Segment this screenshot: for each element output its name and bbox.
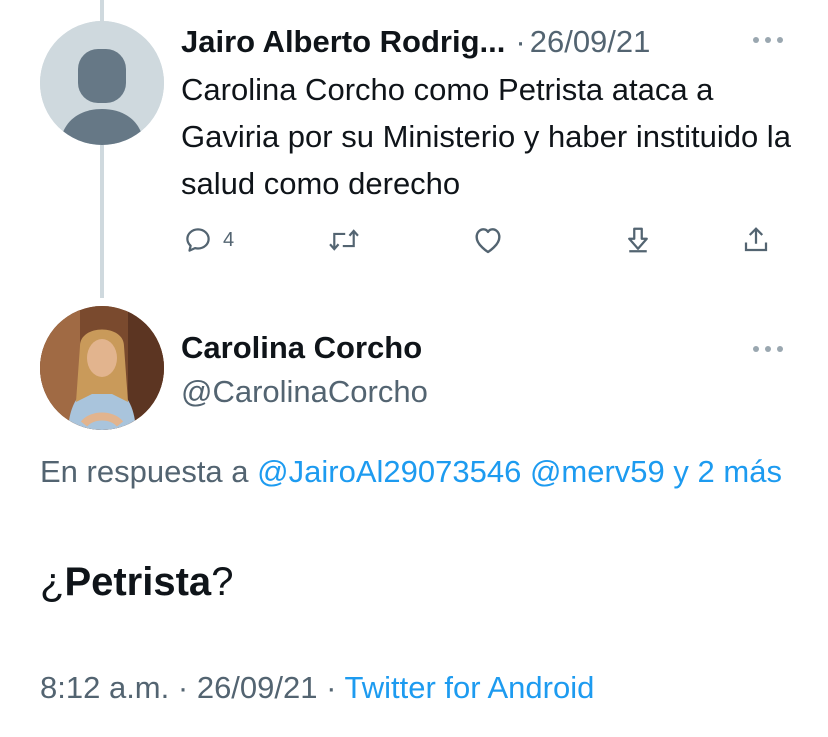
main-more-options-icon[interactable] [752,344,786,354]
meta-separator: · [326,670,337,705]
share-icon [744,227,768,252]
text-suffix: ? [211,560,234,604]
reply-icon [186,228,210,252]
retweet-button[interactable] [327,220,361,260]
carolina-avatar[interactable] [40,306,164,430]
share-button[interactable] [741,220,771,260]
reply-mention-link[interactable]: @merv59 [530,454,665,489]
meta-separator: · [177,670,189,705]
parent-tweet-date[interactable]: 26/09/21 [530,24,651,60]
parent-tweet-actions: 4 [181,220,781,260]
download-button[interactable] [623,220,653,260]
text-prefix: ¿ [40,560,65,604]
parent-more-options-icon[interactable] [752,35,786,45]
reply-count: 4 [223,228,235,251]
reply-prefix: En respuesta a [40,454,249,489]
user-silhouette-icon [40,21,164,145]
tweet-metadata: 8:12 a.m. · 26/09/21 · Twitter for Andro… [40,670,594,706]
default-avatar[interactable] [40,21,164,145]
reply-button[interactable]: 4 [183,220,234,260]
reply-mention-link[interactable]: @JairoAl29073546 [257,454,521,489]
reply-more-count: 2 más [697,454,782,489]
parent-tweet-text: Carolina Corcho como Petrista ataca a Ga… [181,72,791,201]
like-button[interactable] [472,220,504,260]
heart-icon [475,228,501,254]
header-separator: · [515,24,526,59]
tweet-source-link[interactable]: Twitter for Android [345,670,595,705]
main-author-name[interactable]: Carolina Corcho [181,330,422,366]
tweet-date[interactable]: 26/09/21 [197,670,318,705]
reply-and-word: y [673,454,689,489]
text-bold: Petrista [64,560,212,604]
reply-more-link[interactable]: y 2 más [673,454,782,489]
download-icon [628,227,648,253]
profile-photo [40,306,164,430]
tweet-time[interactable]: 8:12 a.m. [40,670,169,705]
parent-tweet-header: Jairo Alberto Rodrig... · 26/09/21 [181,22,778,62]
parent-author-name[interactable]: Jairo Alberto Rodrig... [181,24,505,60]
reply-context: En respuesta a @JairoAl29073546 @merv59 … [40,448,800,496]
main-tweet-text: ¿Petrista? [40,560,233,605]
retweet-icon [329,229,359,251]
main-author-handle[interactable]: @CarolinaCorcho [181,374,428,410]
